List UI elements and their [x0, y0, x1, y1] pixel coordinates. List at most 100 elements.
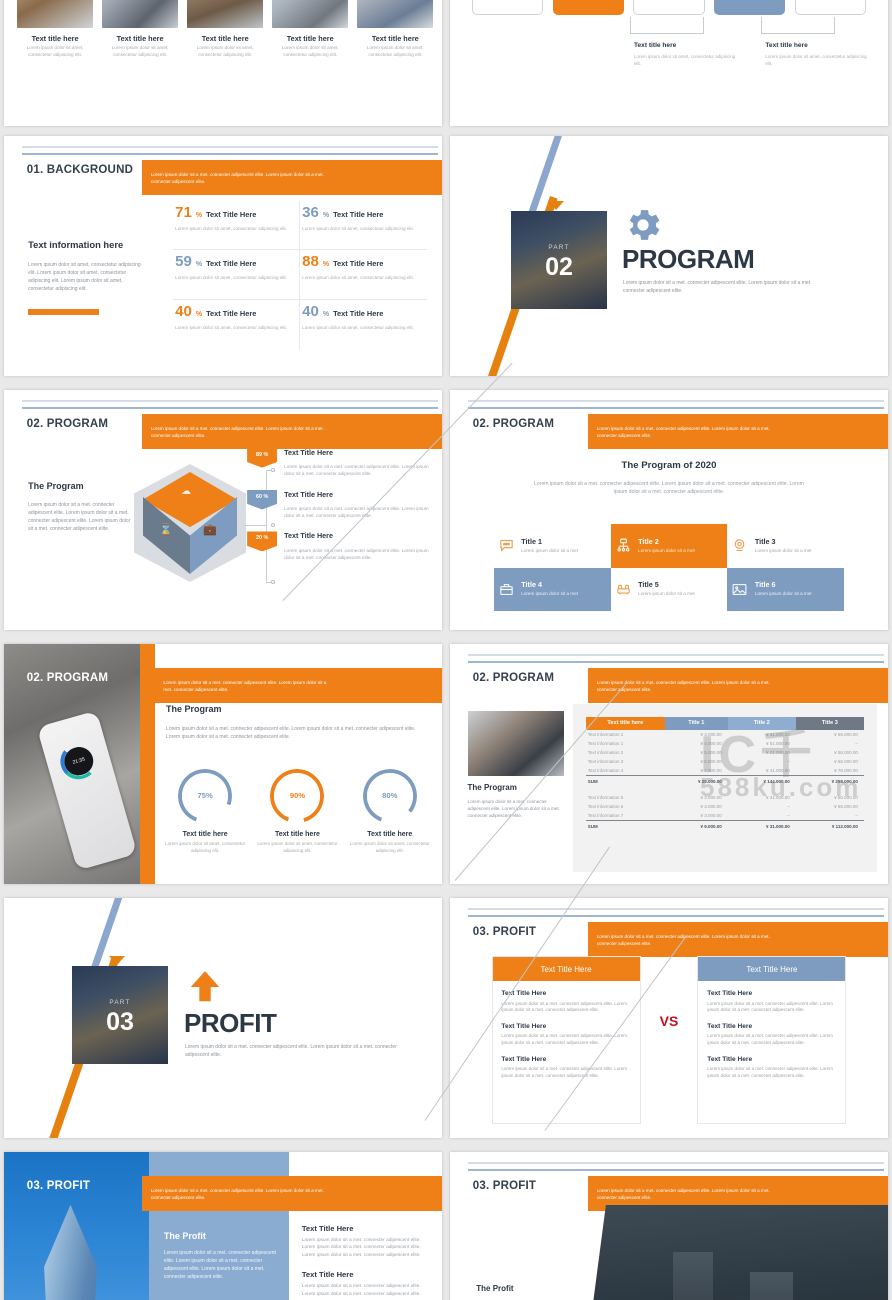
percent-title: Text Title Here	[284, 447, 333, 457]
cell-label: Text information 3	[587, 759, 624, 765]
percent-desc: Lorem ipsum dolor sit a met. connecter a…	[284, 505, 429, 518]
slide-part-02[interactable]: PART 02 PROGRAM Lorem ipsum dolor sit a …	[450, 136, 888, 376]
cell-value: ¥ 66.000.00	[834, 759, 858, 765]
slide-city[interactable]: 03. PROFIT Lorem ipsum dolor sit a met. …	[450, 1152, 888, 1300]
donut-list: 75% Text title here Lorem ipsum dolor si…	[162, 769, 434, 855]
percent-item[interactable]: 60 % Text Title Here Lorem ipsum dolor si…	[247, 489, 431, 520]
slide-vs[interactable]: 03. PROFIT Lorem ipsum dolor sit a met. …	[450, 898, 888, 1138]
part-desc: Lorem ipsum dolor sit a met. connecter a…	[623, 280, 812, 294]
photo-card[interactable]: Text title here Lorem ipsum dolor sit am…	[272, 0, 349, 109]
accent-line-light	[467, 908, 884, 910]
card-desc: Lorem ipsum dolor sit amet, consectetur …	[196, 45, 254, 58]
tile-item[interactable]: Title 4 Lorem ipsum dolor sit a met	[493, 567, 611, 611]
cell-value: –	[787, 803, 790, 809]
slide-background[interactable]: 01. BACKGROUND Lorem ipsum dolor sit a m…	[4, 136, 442, 376]
donut-item[interactable]: 80% Text title here Lorem ipsum dolor si…	[346, 769, 433, 855]
photo-card-list: Text title here Lorem ipsum dolor sit am…	[17, 0, 434, 109]
top-card[interactable]: ☂ Text title here Lorem ipsum dolor sit …	[633, 0, 705, 15]
part-thumbnail: PART 03	[72, 966, 168, 1064]
vs-item-desc: Lorem ipsum dolor sit a met. connecter a…	[501, 1066, 627, 1078]
accent-line	[467, 914, 884, 917]
cell-value: –	[787, 813, 790, 818]
cell-value: ¥ 3.000.00	[700, 803, 722, 809]
cell-value: ¥ 31.000.00	[766, 731, 790, 737]
stat-value: 88	[302, 253, 319, 271]
accent-line-light	[21, 400, 438, 402]
donut-item[interactable]: 90% Text title here Lorem ipsum dolor si…	[254, 769, 341, 855]
stat-unit: %	[322, 211, 330, 219]
table-sum-row: SUM ¥ 25.000.00 ¥ 144.000.00 ¥ 258.000.00	[585, 775, 864, 787]
cell-label: SUM	[585, 775, 665, 787]
slide-tiles[interactable]: 02. PROGRAM Lorem ipsum dolor sit a met.…	[450, 390, 888, 630]
connector-dot	[271, 580, 275, 584]
tile-title: Title 3	[754, 537, 776, 547]
toolbox-icon	[497, 580, 515, 598]
hourglass-icon: ⌛	[159, 524, 173, 536]
stat-grid: 71% Text Title Here Lorem ipsum dolor sit…	[172, 200, 427, 350]
slide-part-03[interactable]: PART 03 PROFIT Lorem ipsum dolor sit a m…	[4, 898, 442, 1138]
donut-chart: 80%	[363, 769, 417, 823]
donut-intro: The Program Lorem ipsum dolor sit a met.…	[166, 704, 429, 741]
top-card[interactable]: ☂ Text title here Lorem ipsum dolor sit …	[471, 0, 544, 15]
slide-tower[interactable]: 03. PROFIT Lorem ipsum dolor sit a met. …	[4, 1152, 442, 1300]
photo-card[interactable]: Text title here Lorem ipsum dolor sit am…	[357, 0, 434, 109]
table-row: Text information 1 ¥ 4.000.00 ¥ 51.000.00 –	[586, 739, 864, 748]
armchair-icon	[614, 580, 632, 598]
cloud-icon: ☁	[181, 486, 191, 497]
tile-item[interactable]: Title 3 Lorem ipsum dolor sit a met	[727, 524, 844, 567]
up-arrow-icon	[190, 971, 220, 1002]
section-title: 02. PROGRAM	[472, 417, 555, 430]
stat-desc: Lorem ipsum dolor sit amet, consectetur …	[175, 225, 287, 231]
donut-item[interactable]: 75% Text title here Lorem ipsum dolor si…	[162, 769, 249, 855]
section-title: 02. PROGRAM	[26, 417, 109, 430]
stat-value: 59	[175, 253, 192, 271]
tile-item[interactable]: Title 1 Lorem ipsum dolor sit a met	[494, 524, 611, 567]
sub-desc: Lorem ipsum dolor sit amet, consectetur …	[765, 53, 867, 66]
percent-item[interactable]: 20 % Text Title Here Lorem ipsum dolor si…	[247, 531, 431, 561]
section-title: 02. PROGRAM	[472, 671, 555, 684]
cell-value: ¥ 56.000.00	[834, 794, 858, 800]
vs-left-heading: Text Title Here	[492, 956, 640, 982]
slide-hexagon[interactable]: 02. PROGRAM Lorem ipsum dolor sit a met.…	[4, 390, 442, 630]
photo-card[interactable]: Text title here Lorem ipsum dolor sit am…	[187, 0, 264, 109]
slide-photo-cards[interactable]: Text title here Lorem ipsum dolor sit am…	[4, 0, 442, 126]
tile-title: Title 4	[521, 580, 542, 590]
table-row: Text information 1 ¥ 3.000.00 ¥ 31.000.00 ¥…	[586, 730, 864, 739]
header-banner: Lorem ipsum dolor sit a met. connecter a…	[141, 1176, 442, 1211]
top-card[interactable]: ☂ Text title here Lorem ipsum dolor sit …	[552, 0, 624, 15]
vs-item-title: Text Title Here	[707, 990, 753, 998]
tower-right-list: Text Title Here Lorem ipsum dolor sit a …	[302, 1224, 429, 1298]
photo-card[interactable]: Text title here Lorem ipsum dolor sit am…	[102, 0, 179, 109]
tile-item[interactable]: Title 2 Lorem ipsum dolor sit a met	[610, 524, 728, 568]
building	[673, 1251, 714, 1300]
tower-intro: The Profit Lorem ipsum dolor sit a met. …	[164, 1231, 278, 1281]
card-desc: Lorem ipsum dolor sit amet, consectetur …	[26, 45, 84, 58]
donut-chart: 90%	[270, 769, 324, 823]
top-card[interactable]: ☂ Text title here Lorem ipsum dolor sit …	[714, 0, 786, 15]
donut-value: 90%	[289, 791, 306, 801]
photo-card[interactable]: Text title here Lorem ipsum dolor sit am…	[17, 0, 94, 109]
tile-grid: Title 1 Lorem ipsum dolor sit a met Title…	[493, 524, 845, 611]
accent-line	[21, 406, 438, 409]
top-card[interactable]: ☂ Text title here Lorem ipsum dolor sit …	[794, 0, 867, 15]
donut-label: Text title here	[274, 830, 320, 838]
tiles-headline: The Program of 2020	[621, 459, 717, 471]
cell-label: Text information 7	[587, 813, 624, 818]
tile-title: Title 1	[521, 537, 542, 547]
slide-table[interactable]: 02. PROGRAM Lorem ipsum dolor sit a met.…	[450, 644, 888, 884]
section-title: 03. PROFIT	[472, 925, 537, 938]
slide-top-cards[interactable]: ☂ Text title here Lorem ipsum dolor sit …	[450, 0, 888, 126]
program-intro: The Program Lorem ipsum dolor sit a met.…	[28, 481, 133, 532]
slide-donuts[interactable]: 21:35 02. PROGRAM Lorem ipsum dolor sit …	[4, 644, 442, 884]
tile-item[interactable]: Title 5 Lorem ipsum dolor sit a met	[611, 568, 728, 611]
cell-value: –	[855, 813, 858, 818]
info-block: Text information here Lorem ipsum dolor …	[28, 239, 146, 315]
stat-desc: Lorem ipsum dolor sit amet, consectetur …	[302, 225, 415, 231]
header-banner: Lorem ipsum dolor sit a met. connecter a…	[587, 668, 888, 703]
stat-unit: %	[322, 310, 330, 318]
accent-line-light	[467, 400, 884, 402]
section-title: 01. BACKGROUND	[26, 163, 134, 176]
vs-panel-right[interactable]: Text Title Here Text Title Here Lorem ip…	[697, 955, 847, 1124]
tile-item[interactable]: Title 6 Lorem ipsum dolor sit a met	[727, 567, 845, 611]
city-stat-block: The Profit 99% Lorem ipsum dolor sit a m…	[476, 1284, 581, 1300]
